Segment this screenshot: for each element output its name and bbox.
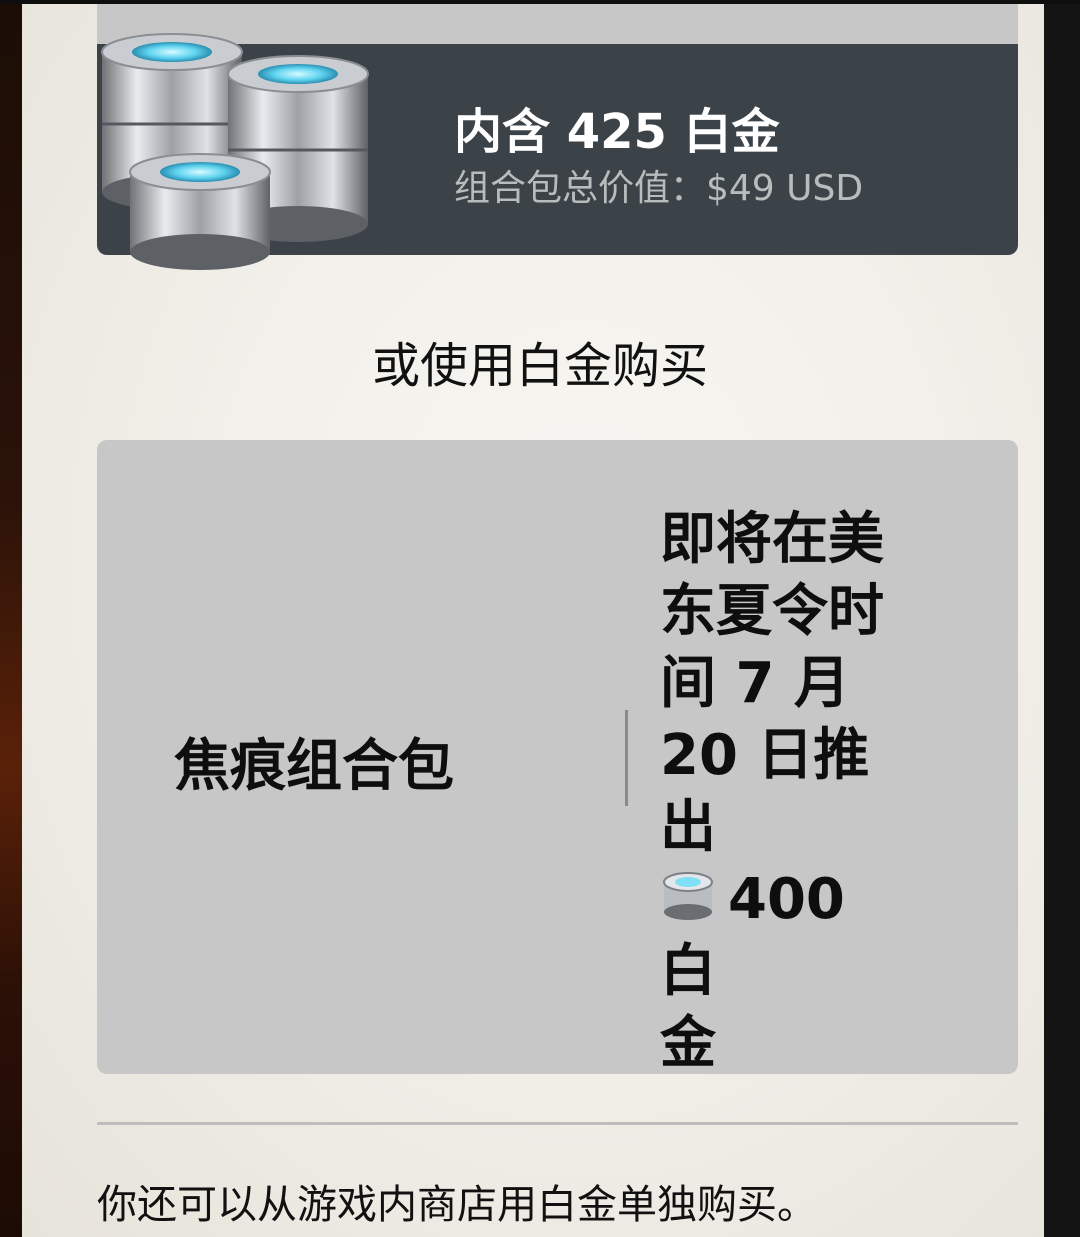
- top-edge: [0, 0, 1080, 4]
- background-left-edge: [0, 0, 22, 1237]
- platinum-stack-icon: [101, 33, 369, 270]
- platinum-icon: [663, 872, 713, 920]
- release-text-line: 即将在美: [660, 507, 884, 572]
- horizontal-divider: [97, 1122, 1018, 1125]
- pack-release-info: 即将在美 东夏令时 间 7 月 20 日推 出 400 白 金: [660, 504, 920, 1080]
- pack-price: 400 白: [660, 864, 920, 1008]
- release-text-line: 出: [660, 795, 716, 860]
- background-right-edge: [1044, 0, 1080, 1237]
- promo-title: 内含 425 白金: [454, 104, 780, 160]
- promo-subtitle: 组合包总价值：$49 USD: [454, 168, 864, 209]
- content-panel: 内含 425 白金 组合包总价值：$49 USD 或使用白金购买 焦痕组合包 即…: [22, 4, 1044, 1237]
- alternate-purchase-heading: 或使用白金购买: [371, 338, 708, 394]
- pack-name: 焦痕组合包: [174, 734, 454, 799]
- release-text-line: 间 7 月: [660, 651, 850, 716]
- release-text-line: 20 日推: [660, 723, 870, 788]
- release-text-line: 东夏令时: [660, 579, 884, 644]
- vertical-divider: [625, 710, 628, 806]
- footer-note: 你还可以从游戏内商店用白金单独购买。: [97, 1182, 817, 1228]
- pack-price-text-cont: 金: [660, 1011, 716, 1076]
